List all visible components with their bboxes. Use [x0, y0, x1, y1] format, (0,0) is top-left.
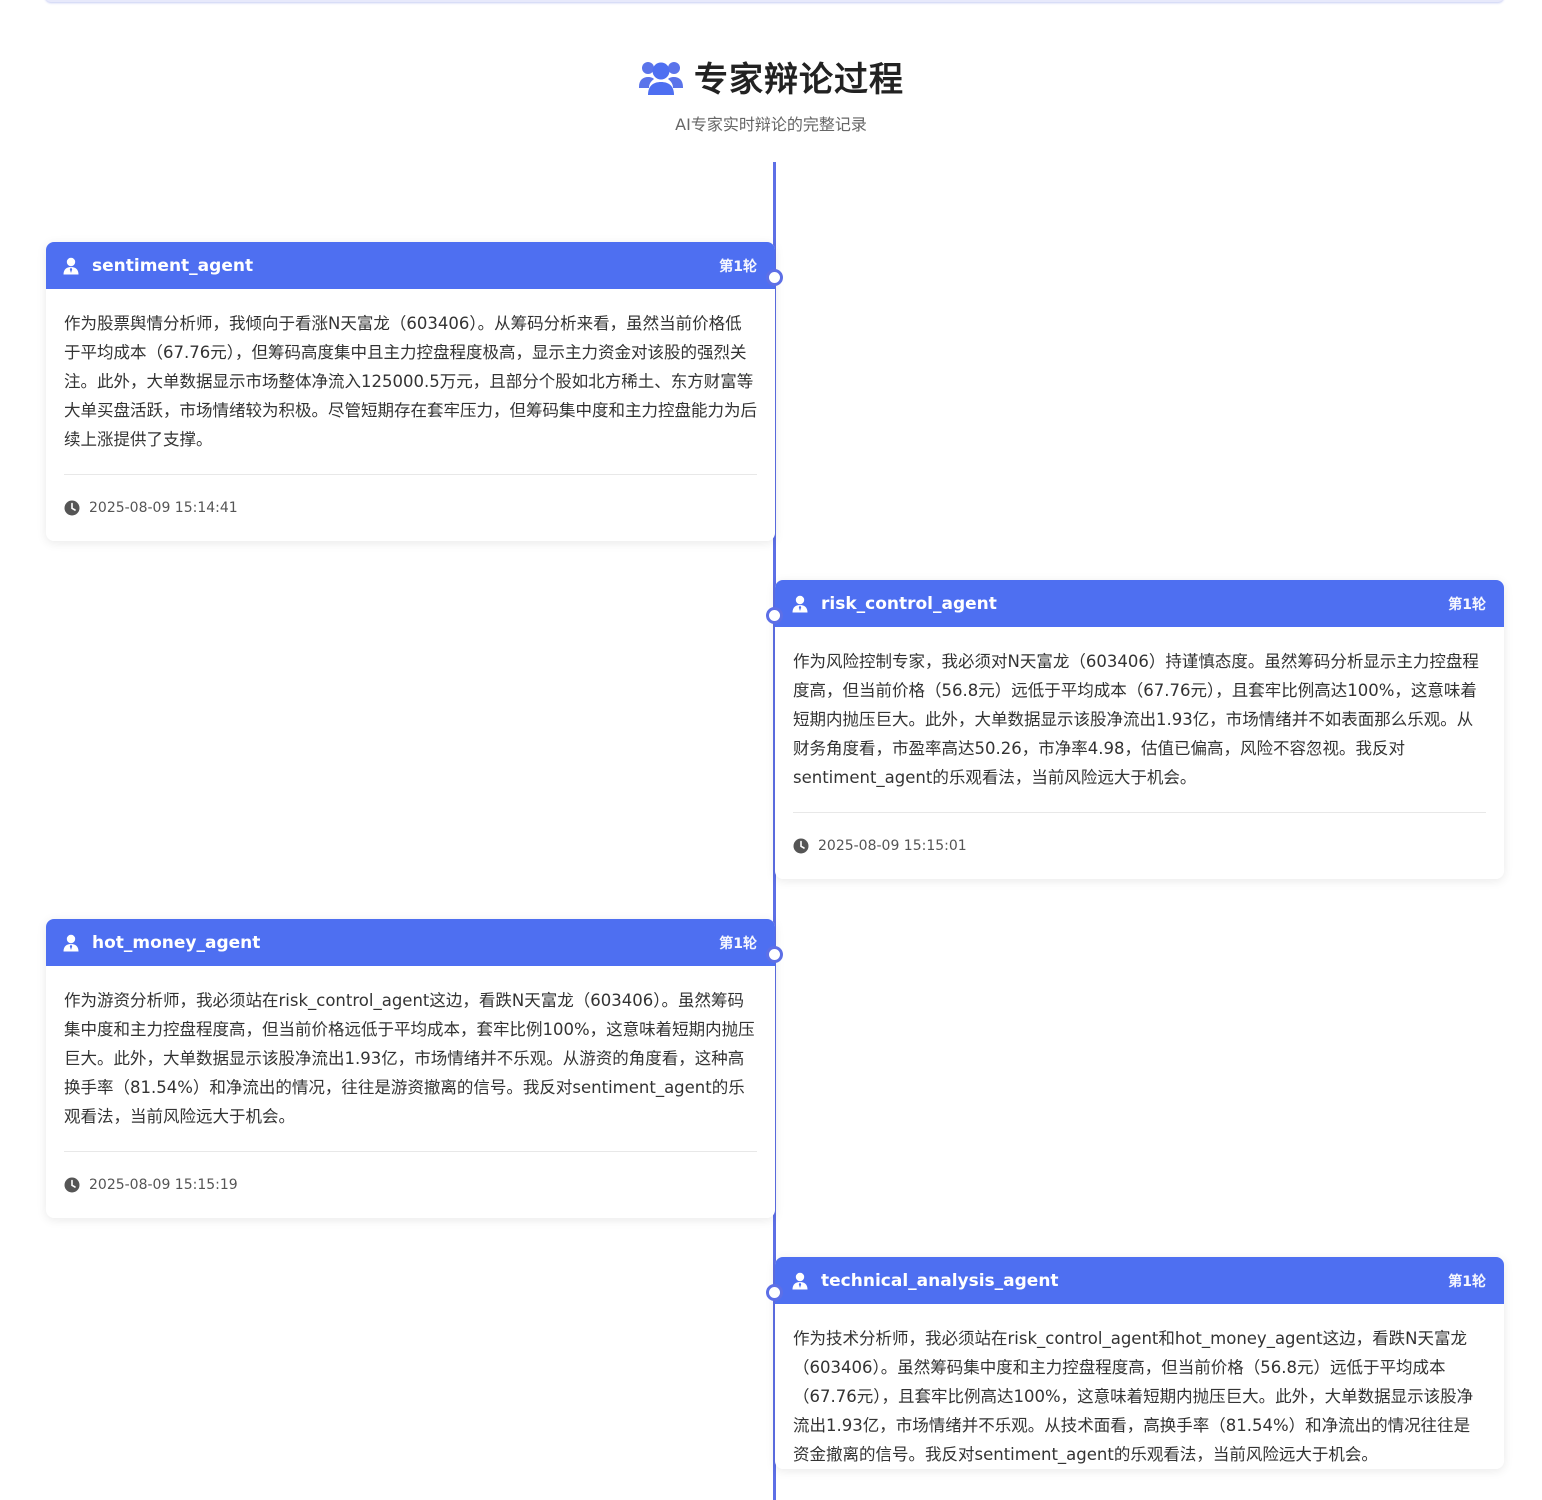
user-icon	[63, 934, 79, 951]
debate-page: 专家辩论过程 AI专家实时辩论的完整记录 sentiment_agent 第1轮…	[0, 0, 1542, 1500]
entry-body: 作为股票舆情分析师，我倾向于看涨N天富龙（603406）。从筹码分析来看，虽然当…	[46, 289, 775, 541]
entry-content: 作为技术分析师，我必须站在risk_control_agent和hot_mone…	[793, 1329, 1474, 1464]
timestamp: 2025-08-09 15:14:41	[89, 500, 238, 516]
clock-icon	[64, 1177, 80, 1193]
timestamp: 2025-08-09 15:15:01	[818, 838, 967, 854]
section-header: 专家辩论过程 AI专家实时辩论的完整记录	[0, 52, 1542, 135]
users-icon	[639, 61, 683, 95]
title-row: 专家辩论过程	[638, 52, 904, 101]
entry-header: hot_money_agent 第1轮	[46, 919, 775, 966]
round-badge: 第1轮	[1448, 1273, 1486, 1290]
entry-content: 作为风险控制专家，我必须对N天富龙（603406）持谨慎态度。虽然筹码分析显示主…	[793, 652, 1479, 787]
entry-header: risk_control_agent 第1轮	[775, 580, 1504, 627]
timeline-dot	[766, 946, 783, 963]
entry-body: 作为风险控制专家，我必须对N天富龙（603406）持谨慎态度。虽然筹码分析显示主…	[775, 627, 1504, 879]
entry-meta: 2025-08-09 15:14:41	[64, 475, 757, 541]
entry-meta: 2025-08-09 15:15:19	[64, 1152, 757, 1218]
entry-content: 作为股票舆情分析师，我倾向于看涨N天富龙（603406）。从筹码分析来看，虽然当…	[64, 314, 757, 449]
user-icon	[63, 257, 79, 274]
agent-name: hot_money_agent	[92, 932, 261, 953]
agent-name: risk_control_agent	[821, 593, 997, 614]
page-subtitle: AI专家实时辩论的完整记录	[675, 115, 867, 134]
debate-entry: technical_analysis_agent 第1轮 作为技术分析师，我必须…	[775, 1257, 1504, 1469]
timeline-dot	[766, 269, 783, 286]
entry-content: 作为游资分析师，我必须站在risk_control_agent这边，看跌N天富龙…	[64, 991, 755, 1126]
page-title: 专家辩论过程	[694, 60, 904, 100]
agent-name: sentiment_agent	[92, 255, 254, 276]
entry-meta: 2025-08-09 15:15:01	[793, 813, 1486, 879]
round-badge: 第1轮	[719, 935, 757, 952]
clock-icon	[64, 500, 80, 516]
user-icon	[792, 595, 808, 612]
agent-name: technical_analysis_agent	[821, 1270, 1059, 1291]
round-badge: 第1轮	[1448, 596, 1486, 613]
timeline-dot	[766, 1284, 783, 1301]
debate-entry: sentiment_agent 第1轮 作为股票舆情分析师，我倾向于看涨N天富龙…	[46, 242, 775, 541]
entry-body: 作为游资分析师，我必须站在risk_control_agent这边，看跌N天富龙…	[46, 966, 775, 1218]
debate-entry: risk_control_agent 第1轮 作为风险控制专家，我必须对N天富龙…	[775, 580, 1504, 879]
top-panel-edge	[45, 0, 1504, 2]
entry-body: 作为技术分析师，我必须站在risk_control_agent和hot_mone…	[775, 1304, 1504, 1469]
entry-header: technical_analysis_agent 第1轮	[775, 1257, 1504, 1304]
timestamp: 2025-08-09 15:15:19	[89, 1177, 238, 1193]
timeline-dot	[766, 607, 783, 624]
entry-header: sentiment_agent 第1轮	[46, 242, 775, 289]
user-icon	[792, 1272, 808, 1289]
round-badge: 第1轮	[719, 258, 757, 275]
debate-entry: hot_money_agent 第1轮 作为游资分析师，我必须站在risk_co…	[46, 919, 775, 1218]
clock-icon	[793, 838, 809, 854]
